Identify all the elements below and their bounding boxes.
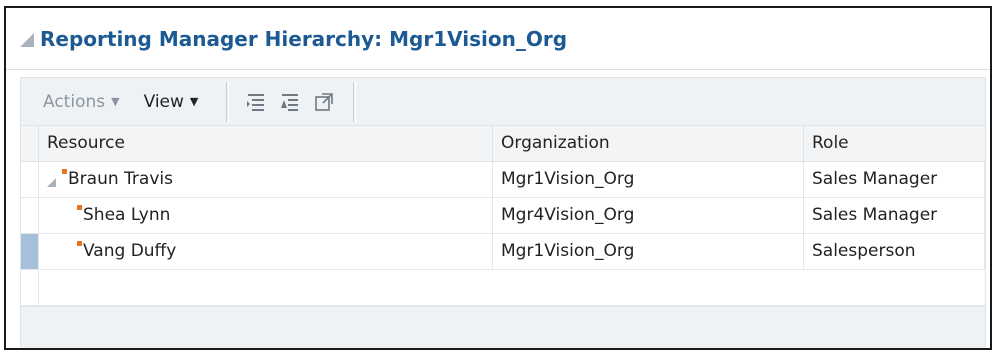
row-selector[interactable] [21, 234, 39, 269]
organization-cell: Mgr4Vision_Org [493, 198, 804, 233]
role-cell: Salesperson [804, 234, 985, 269]
row-selector[interactable] [21, 198, 39, 233]
collapse-panel-icon[interactable] [20, 32, 34, 47]
toolbar-icon-group [245, 91, 335, 113]
view-menu[interactable]: View ▼ [144, 92, 199, 112]
table-header-row: Resource Organization Role [21, 126, 985, 162]
toolbar-divider [353, 81, 355, 122]
resource-name[interactable]: Vang Duffy [83, 234, 176, 269]
table-footer [21, 306, 985, 348]
organization-cell: Mgr1Vision_Org [493, 162, 804, 197]
tree-expand-icon[interactable] [47, 178, 56, 187]
table-toolbar: Actions ▼ View ▼ [20, 77, 986, 125]
organization-cell: Mgr1Vision_Org [493, 234, 804, 269]
view-menu-label: View [143, 91, 184, 112]
panel-header: Reporting Manager Hierarchy: Mgr1Vision_… [6, 8, 990, 70]
actions-menu-label: Actions [43, 91, 106, 112]
detach-icon[interactable] [313, 91, 335, 113]
resource-name[interactable]: Braun Travis [68, 162, 173, 197]
resource-cell: Shea Lynn [39, 198, 493, 233]
resource-marker-icon [62, 169, 67, 174]
collapse-all-icon[interactable] [279, 91, 301, 113]
role-cell: Sales Manager [804, 198, 985, 233]
row-selector[interactable] [21, 162, 39, 197]
resource-cell: Vang Duffy [39, 234, 493, 269]
resource-marker-icon [77, 241, 82, 246]
column-header-organization[interactable]: Organization [493, 126, 804, 162]
row-selector [21, 270, 39, 305]
expand-all-icon[interactable] [245, 91, 267, 113]
selector-column-header [21, 126, 39, 162]
panel-title: Reporting Manager Hierarchy: Mgr1Vision_… [40, 26, 568, 51]
chevron-down-icon: ▼ [111, 95, 120, 108]
actions-menu[interactable]: Actions ▼ [43, 92, 120, 112]
role-cell: Sales Manager [804, 162, 985, 197]
table-row[interactable]: Shea Lynn Mgr4Vision_Org Sales Manager [21, 198, 985, 234]
resource-cell: Braun Travis [39, 162, 493, 197]
resource-name[interactable]: Shea Lynn [83, 198, 170, 233]
toolbar-divider [226, 81, 228, 122]
chevron-down-icon: ▼ [189, 95, 199, 108]
column-header-resource[interactable]: Resource [39, 126, 493, 162]
column-header-role[interactable]: Role [804, 126, 985, 162]
table-row[interactable]: Vang Duffy Mgr1Vision_Org Salesperson [21, 234, 985, 270]
table-row[interactable]: Braun Travis Mgr1Vision_Org Sales Manage… [21, 162, 985, 198]
resource-marker-icon [77, 205, 82, 210]
reporting-hierarchy-panel: Reporting Manager Hierarchy: Mgr1Vision_… [4, 6, 992, 350]
empty-row [21, 270, 985, 306]
hierarchy-table: Resource Organization Role Braun Travis … [20, 125, 986, 348]
